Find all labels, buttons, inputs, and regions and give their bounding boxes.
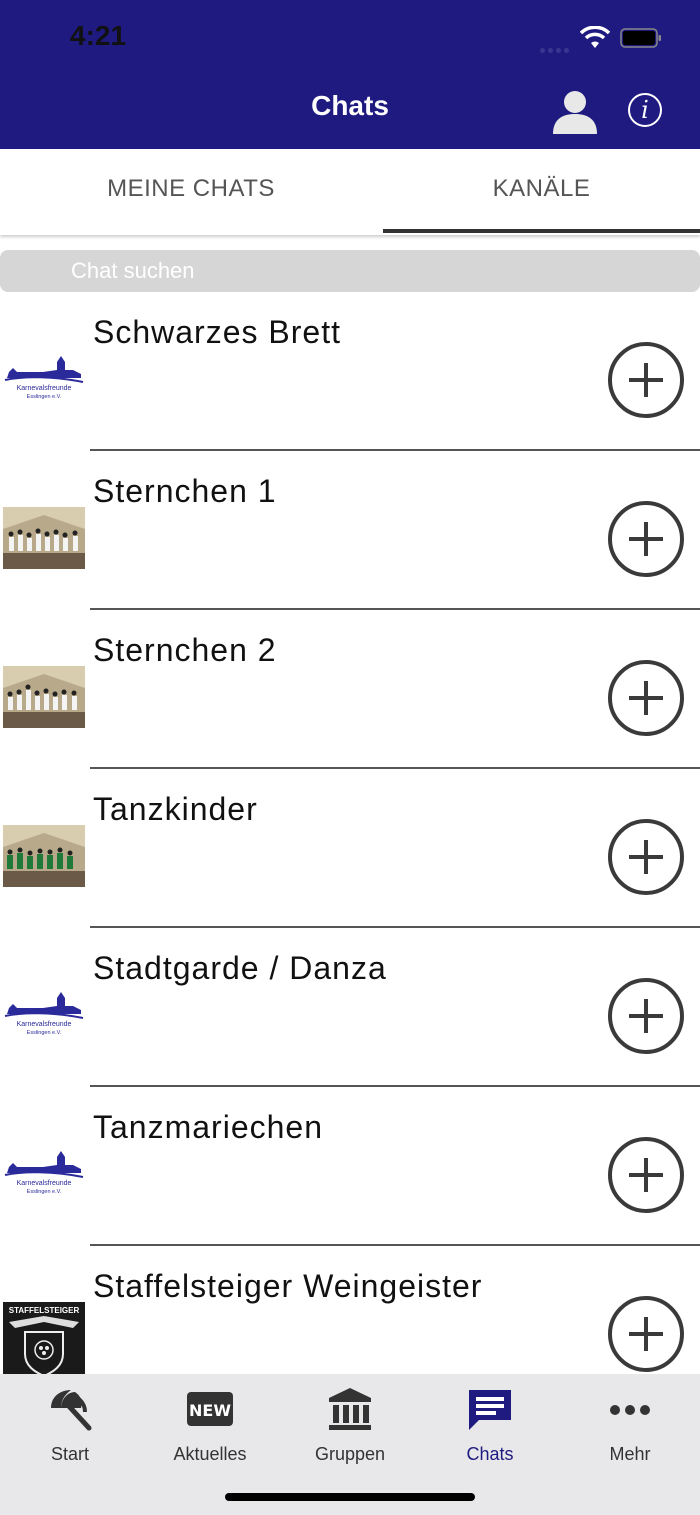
karnevalsfreunde-logo: Karnevalsfreunde Esslingen e.V. [3,1143,85,1205]
segment-tabs: MEINE CHATS KANÄLE [0,149,700,235]
tab-mehr[interactable]: Mehr [560,1382,700,1464]
tab-label: Aktuelles [173,1444,247,1464]
add-circle-icon[interactable] [607,1136,685,1214]
tab-label: Start [50,1444,89,1464]
tab-label: Mehr [609,1444,651,1464]
nav-header: 4:21 Chats i [0,0,700,149]
staffelsteiger-logo: STAFFELSTEIGER [3,1302,85,1374]
stage-photo [3,507,85,569]
channel-row[interactable]: Karnevalsfreunde Esslingen e.V. Stadtgar… [0,928,700,1087]
channel-name: Sternchen 1 [93,473,277,509]
svg-text:Esslingen e.V.: Esslingen e.V. [27,394,62,400]
svg-text:Esslingen e.V.: Esslingen e.V. [27,1030,62,1036]
add-circle-icon[interactable] [607,818,685,896]
tab-label: Gruppen [314,1444,386,1464]
channel-row[interactable]: Sternchen 2 [0,610,700,769]
stage-photo-green [3,825,85,887]
status-time: 4:21 [70,20,127,51]
channel-name: Staffelsteiger Weingeister [93,1268,483,1304]
karnevalsfreunde-logo: Karnevalsfreunde Esslingen e.V. [3,348,85,410]
tab-aktuelles[interactable]: NEW Aktuelles [140,1382,280,1464]
more-icon [610,1405,650,1415]
channel-row[interactable]: Karnevalsfreunde Esslingen e.V. Tanzmari… [0,1087,700,1246]
tab-label: Chats [466,1444,514,1464]
channel-name: Tanzmariechen [93,1109,323,1145]
new-badge-icon: NEW [187,1392,233,1426]
svg-text:Karnevalsfreunde: Karnevalsfreunde [17,385,72,392]
channel-row[interactable]: STAFFELSTEIGER Staffelsteiger Weingeiste… [0,1246,700,1374]
svg-text:NEW: NEW [189,1401,231,1420]
info-icon[interactable]: i [628,93,662,127]
channel-row[interactable]: Karnevalsfreunde Esslingen e.V. Schwarze… [0,292,700,451]
channel-name: Stadtgarde / Danza [93,950,387,986]
add-circle-icon[interactable] [607,500,685,578]
battery-icon [620,28,661,48]
tab-kanaele[interactable]: KANÄLE [383,149,700,235]
chat-icon [469,1390,511,1430]
add-circle-icon[interactable] [607,659,685,737]
svg-text:Esslingen e.V.: Esslingen e.V. [27,1189,62,1195]
svg-text:Karnevalsfreunde: Karnevalsfreunde [17,1021,72,1028]
channel-row[interactable]: Tanzkinder [0,769,700,928]
stage-photo [3,666,85,728]
add-circle-icon[interactable] [607,977,685,1055]
svg-text:STAFFELSTEIGER: STAFFELSTEIGER [9,1306,80,1315]
chat-search-input[interactable] [0,250,700,292]
profile-icon[interactable] [550,88,600,134]
karnevalsfreunde-logo: Karnevalsfreunde Esslingen e.V. [3,984,85,1046]
channel-name: Tanzkinder [93,791,258,827]
add-circle-icon[interactable] [607,341,685,419]
wifi-icon [580,26,610,48]
channel-row[interactable]: Sternchen 1 [0,451,700,610]
building-icon [329,1388,371,1430]
signal-icon [540,40,574,53]
channel-name: Sternchen 2 [93,632,277,668]
channel-list: Karnevalsfreunde Esslingen e.V. Schwarze… [0,292,700,1374]
tab-gruppen[interactable]: Gruppen [280,1382,420,1464]
active-tab-indicator [383,229,700,233]
tab-meine-chats[interactable]: MEINE CHATS [15,149,367,235]
tab-start[interactable]: Start [0,1382,140,1464]
home-indicator [225,1493,475,1501]
umbrella-icon [51,1390,92,1431]
tab-chats[interactable]: Chats [420,1382,560,1464]
svg-text:Karnevalsfreunde: Karnevalsfreunde [17,1180,72,1187]
channel-name: Schwarzes Brett [93,314,341,350]
add-circle-icon[interactable] [607,1295,685,1373]
